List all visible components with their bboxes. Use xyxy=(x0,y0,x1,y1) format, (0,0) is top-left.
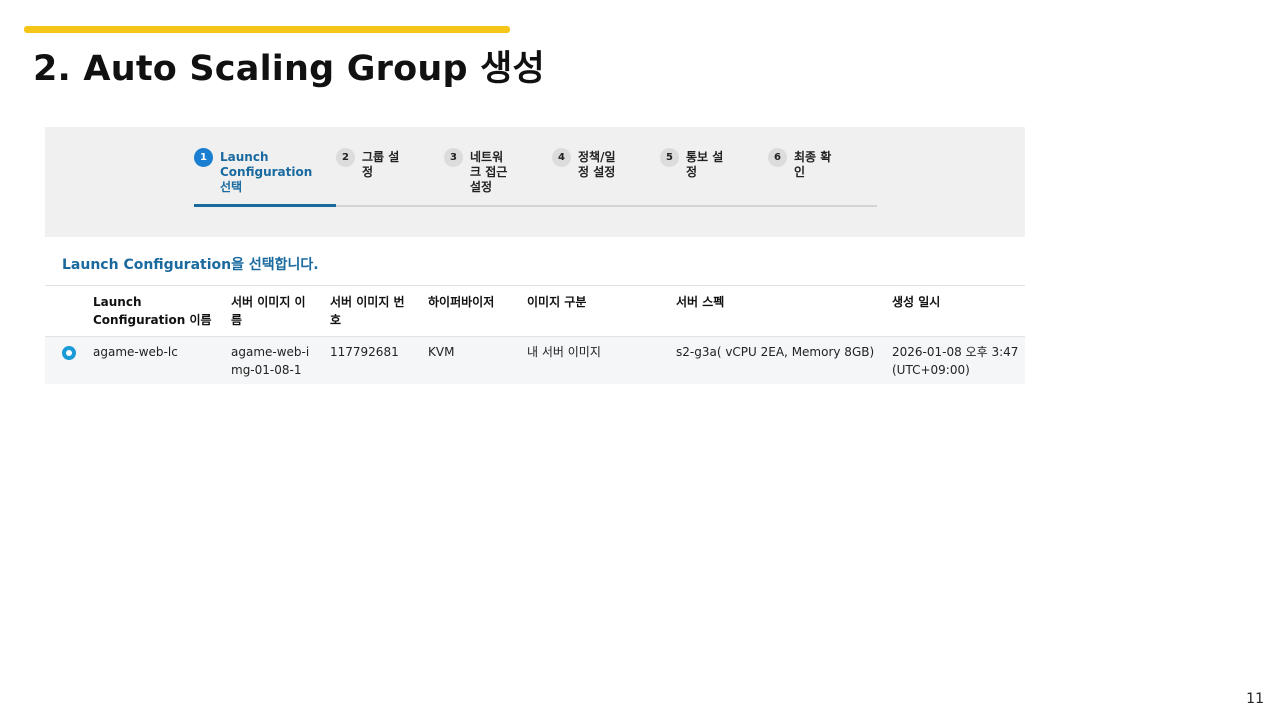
cell-hypervisor: KVM xyxy=(428,336,527,384)
cell-image-type: 내 서버 이미지 xyxy=(527,336,676,384)
page-number: 11 xyxy=(1246,691,1264,707)
table-header-row: Launch Configuration 이름 서버 이미지 이 름 서버 이미… xyxy=(45,285,1025,337)
table-row[interactable]: agame-web-lc agame-web-i mg-01-08-1 1177… xyxy=(45,336,1025,384)
instruction-text: Launch Configuration을 선택합니다. xyxy=(62,257,319,273)
cell-image-name: agame-web-i mg-01-08-1 xyxy=(231,336,330,384)
step-number-badge: 3 xyxy=(444,148,463,167)
column-header-select xyxy=(45,285,93,337)
title-accent-bar xyxy=(24,26,510,33)
step-label: Launch Configuration 선택 xyxy=(220,150,313,194)
step-label: 최종 확 인 xyxy=(794,150,832,179)
column-header-name: Launch Configuration 이름 xyxy=(93,285,231,337)
column-header-image-name: 서버 이미지 이 름 xyxy=(231,285,330,337)
step-number-badge: 6 xyxy=(768,148,787,167)
wizard-step-launch-configuration[interactable]: 1 Launch Configuration 선택 xyxy=(194,148,312,195)
wizard-step-group-settings[interactable]: 2 그룹 설 정 xyxy=(336,148,399,180)
wizard-progress-active xyxy=(194,204,336,207)
wizard-steps-bar: 1 Launch Configuration 선택 2 그룹 설 정 3 네트워… xyxy=(45,127,1025,237)
cell-image-number: 117792681 xyxy=(330,336,428,384)
slide-title: 2. Auto Scaling Group 생성 xyxy=(33,49,545,89)
column-header-hypervisor: 하이퍼바이저 xyxy=(428,285,527,337)
step-number-badge: 2 xyxy=(336,148,355,167)
step-label: 통보 설 정 xyxy=(686,150,724,179)
wizard-step-notification[interactable]: 5 통보 설 정 xyxy=(660,148,723,180)
wizard-step-policy-schedule[interactable]: 4 정책/일 정 설정 xyxy=(552,148,616,180)
row-select-cell xyxy=(45,336,93,384)
step-label: 정책/일 정 설정 xyxy=(578,150,616,179)
column-header-created-at: 생성 일시 xyxy=(892,285,1025,337)
cell-server-spec: s2-g3a( vCPU 2EA, Memory 8GB) xyxy=(676,336,892,384)
cell-created-at: 2026-01-08 오후 3:47 (UTC+09:00) xyxy=(892,336,1025,384)
wizard-step-network-access[interactable]: 3 네트워 크 접근 설정 xyxy=(444,148,507,195)
step-number-badge: 1 xyxy=(194,148,213,167)
launch-configuration-table: Launch Configuration 이름 서버 이미지 이 름 서버 이미… xyxy=(45,285,1025,384)
column-header-image-number: 서버 이미지 번 호 xyxy=(330,285,428,337)
radio-selected-icon[interactable] xyxy=(62,346,76,360)
step-number-badge: 5 xyxy=(660,148,679,167)
console-screenshot-panel: 1 Launch Configuration 선택 2 그룹 설 정 3 네트워… xyxy=(45,127,1025,384)
wizard-steps: 1 Launch Configuration 선택 2 그룹 설 정 3 네트워… xyxy=(194,148,877,209)
column-header-server-spec: 서버 스펙 xyxy=(676,285,892,337)
wizard-step-final-review[interactable]: 6 최종 확 인 xyxy=(768,148,831,180)
step-label: 그룹 설 정 xyxy=(362,150,400,179)
column-header-image-type: 이미지 구분 xyxy=(527,285,676,337)
cell-name: agame-web-lc xyxy=(93,336,231,384)
step-label: 네트워 크 접근 설정 xyxy=(470,150,508,194)
step-number-badge: 4 xyxy=(552,148,571,167)
